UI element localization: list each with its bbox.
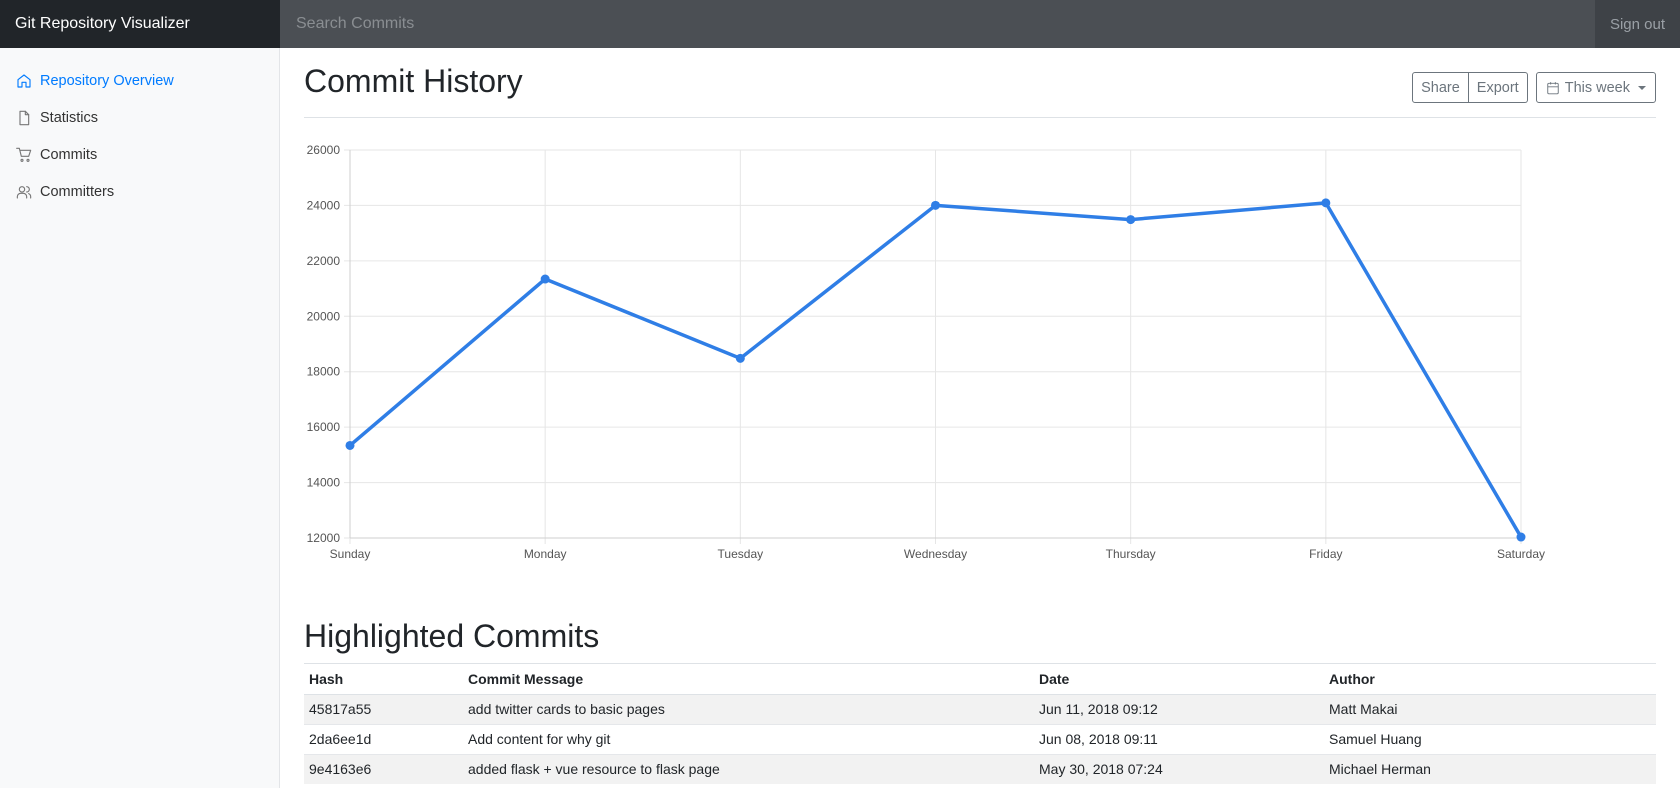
cart-icon [16, 147, 32, 162]
data-point[interactable] [1321, 198, 1331, 208]
sidebar-item-repository-overview[interactable]: Repository Overview [0, 62, 279, 99]
commit-date: May 30, 2018 07:24 [1034, 753, 1324, 784]
sidebar-item-committers[interactable]: Committers [0, 173, 279, 210]
sidebar-item-label: Repository Overview [40, 72, 174, 89]
commit-author: Michael Herman [1324, 753, 1656, 784]
commit-author: Samuel Huang [1324, 723, 1656, 754]
y-tick-label: 12000 [307, 531, 341, 545]
calendar-icon [1547, 81, 1559, 94]
page-title: Commit History [304, 63, 523, 99]
export-button[interactable]: Export [1468, 72, 1528, 103]
table-row[interactable]: 2da6ee1d Add content for why git Jun 08,… [304, 723, 1656, 754]
line-chart: 12000 14000 16000 18000 20000 22000 24000 26000… [307, 143, 1545, 561]
highlighted-commits-table: Hash Commit Message Date Author 45817a55… [304, 663, 1656, 784]
table-row[interactable]: 45817a55 add twitter cards to basic page… [304, 693, 1656, 724]
sidebar-item-label: Commits [40, 146, 98, 163]
users-icon [16, 185, 32, 199]
main-content: Commit History Share Export This week 12… [304, 48, 1656, 784]
sidebar-item-commits[interactable]: Commits [0, 136, 279, 173]
data-point[interactable] [1516, 532, 1526, 542]
commit-hash: 2da6ee1d [304, 723, 463, 754]
x-tick-label: Tuesday [718, 547, 764, 561]
data-point[interactable] [735, 353, 745, 363]
commit-message: added flask + vue resource to flask page [463, 753, 1034, 784]
y-tick-label: 20000 [307, 309, 341, 323]
highlighted-commits-title: Highlighted Commits [304, 618, 600, 654]
page-header: Commit History Share Export This week [304, 48, 1656, 118]
brand-title[interactable]: Git Repository Visualizer [0, 0, 280, 48]
x-tick-label: Thursday [1106, 547, 1156, 561]
column-header-author: Author [1324, 664, 1656, 695]
column-header-message: Commit Message [463, 664, 1034, 695]
share-export-group: Share Export [1412, 72, 1528, 103]
commit-hash: 45817a55 [304, 693, 463, 724]
share-button[interactable]: Share [1412, 72, 1469, 103]
x-tick-label: Wednesday [904, 547, 967, 561]
commit-message: Add content for why git [463, 723, 1034, 754]
commit-date: Jun 08, 2018 09:11 [1034, 723, 1324, 754]
commit-history-chart: 12000 14000 16000 18000 20000 22000 24000 26000… [304, 138, 1656, 648]
data-point[interactable] [345, 440, 355, 450]
y-tick-label: 18000 [307, 365, 341, 379]
commit-message: add twitter cards to basic pages [463, 693, 1034, 724]
commit-date: Jun 11, 2018 09:12 [1034, 693, 1324, 724]
y-tick-label: 26000 [307, 143, 341, 157]
data-point[interactable] [540, 274, 550, 284]
y-tick-label: 16000 [307, 420, 341, 434]
data-point[interactable] [1126, 215, 1136, 225]
table-row[interactable]: 9e4163e6 added flask + vue resource to f… [304, 753, 1656, 784]
y-tick-label: 14000 [307, 476, 341, 490]
sidebar: Repository Overview Statistics Commits C… [0, 48, 280, 788]
x-tick-label: Saturday [1497, 547, 1545, 561]
sidebar-item-statistics[interactable]: Statistics [0, 99, 279, 136]
sidebar-item-label: Statistics [40, 109, 99, 126]
x-tick-label: Friday [1309, 547, 1342, 561]
data-point[interactable] [931, 200, 940, 210]
column-header-hash: Hash [304, 664, 463, 695]
date-range-dropdown[interactable]: This week [1535, 72, 1656, 103]
table-header-row: Hash Commit Message Date Author [304, 664, 1656, 695]
search-input[interactable] [280, 0, 1595, 48]
commit-author: Matt Makai [1324, 693, 1656, 724]
file-icon [19, 110, 30, 125]
sign-out-link[interactable]: Sign out [1595, 0, 1680, 48]
y-tick-label: 22000 [307, 254, 341, 268]
home-icon [17, 73, 31, 88]
x-tick-label: Monday [524, 547, 567, 561]
y-tick-label: 24000 [307, 198, 341, 212]
toolbar: Share Export This week [1412, 72, 1656, 103]
chevron-down-icon [1638, 85, 1646, 90]
x-tick-label: Sunday [330, 547, 371, 561]
column-header-date: Date [1034, 664, 1324, 695]
commit-hash: 9e4163e6 [304, 753, 463, 784]
top-navbar: Git Repository Visualizer Sign out [0, 0, 1680, 48]
sidebar-item-label: Committers [40, 183, 115, 200]
date-range-label: This week [1564, 79, 1630, 96]
